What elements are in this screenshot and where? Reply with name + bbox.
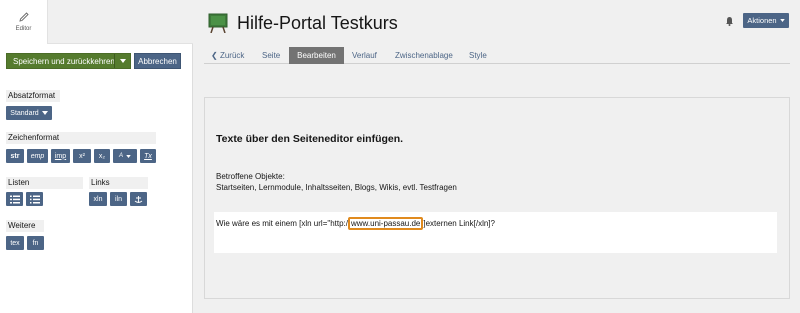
clear-format-button[interactable]: Tx bbox=[140, 149, 156, 163]
paragraph-text[interactable]: Wie wäre es mit einem [xln url="http:/ww… bbox=[216, 217, 495, 230]
caret-down-icon bbox=[119, 59, 126, 63]
affected-objects-list: Startseiten, Lernmodule, Inhaltsseiten, … bbox=[216, 183, 457, 192]
affected-objects-label: Betroffene Objekte: bbox=[216, 172, 285, 181]
pencil-icon bbox=[18, 12, 29, 22]
bullet-list-icon bbox=[9, 195, 20, 203]
caret-down-icon bbox=[779, 19, 785, 22]
internal-link-button[interactable]: iln bbox=[110, 192, 127, 206]
anchor-button[interactable] bbox=[130, 192, 147, 206]
save-and-return-button[interactable]: Speichern und zurückkehren bbox=[6, 53, 131, 69]
paragraph-text-before: Wie wäre es mit einem [xln url="http:/ bbox=[216, 219, 348, 228]
tab-style[interactable]: Style bbox=[469, 47, 487, 64]
tab-back-label: Zurück bbox=[219, 51, 245, 60]
lists-label: Listen bbox=[6, 177, 83, 189]
numbered-list-icon bbox=[29, 195, 40, 203]
content-heading: Texte über den Seiteneditor einfügen. bbox=[216, 133, 404, 145]
numbered-list-button[interactable] bbox=[26, 192, 43, 206]
anchor-icon bbox=[134, 195, 143, 203]
save-button-label: Speichern und zurückkehren bbox=[13, 56, 115, 66]
paragraph-format-value: Standard bbox=[10, 109, 39, 117]
clear-format-icon: Tx bbox=[144, 152, 152, 160]
page-title: Hilfe-Portal Testkurs bbox=[237, 13, 398, 33]
more-label: Weitere bbox=[6, 220, 44, 232]
tab-edit[interactable]: Bearbeiten bbox=[289, 47, 344, 64]
cancel-button[interactable]: Abbrechen bbox=[134, 53, 181, 69]
font-style-dropdown[interactable]: A bbox=[113, 149, 137, 163]
caret-down-icon bbox=[41, 111, 48, 115]
paragraph-text-after: ]externen Link[/xln]? bbox=[423, 219, 495, 228]
easel-icon bbox=[208, 13, 228, 33]
subscript-button[interactable]: x₂ bbox=[94, 149, 110, 163]
chevron-left-icon: ❮ bbox=[211, 51, 218, 60]
tab-history[interactable]: Verlauf bbox=[352, 47, 377, 64]
links-label: Links bbox=[89, 177, 148, 189]
paragraph-format-select[interactable]: Standard bbox=[6, 106, 52, 120]
highlighted-url[interactable]: www.uni-passau.de bbox=[348, 217, 424, 230]
superscript-button[interactable]: x² bbox=[73, 149, 91, 163]
page-content-area bbox=[204, 97, 790, 299]
tab-back[interactable]: ❮ Zurück bbox=[211, 47, 244, 64]
editor-tab-label: Editor bbox=[15, 26, 32, 32]
save-dropdown-toggle[interactable] bbox=[114, 54, 130, 68]
editor-tab[interactable]: Editor bbox=[0, 0, 48, 44]
important-button[interactable]: imp bbox=[51, 149, 70, 163]
tab-clipboard[interactable]: Zwischenablage bbox=[395, 47, 453, 64]
caret-down-icon bbox=[126, 154, 131, 158]
paragraph-format-label: Absatzformat bbox=[6, 90, 60, 102]
actions-dropdown[interactable]: Aktionen bbox=[743, 13, 789, 28]
actions-label: Aktionen bbox=[747, 16, 777, 25]
char-format-label: Zeichenformat bbox=[6, 132, 156, 144]
footnote-button[interactable]: fn bbox=[27, 236, 44, 250]
sidebar-top-strip bbox=[48, 0, 193, 44]
tab-bar: ❮ Zurück Seite Bearbeiten Verlauf Zwisch… bbox=[204, 47, 790, 64]
editor-sidebar: Editor Speichern und zurückkehren Abbrec… bbox=[0, 0, 193, 313]
strong-button[interactable]: str bbox=[6, 149, 24, 163]
tab-page[interactable]: Seite bbox=[262, 47, 280, 64]
bell-icon[interactable] bbox=[725, 16, 734, 26]
bullet-list-button[interactable] bbox=[6, 192, 23, 206]
font-style-glyph: A bbox=[118, 153, 123, 159]
emphasis-button[interactable]: emp bbox=[27, 149, 48, 163]
external-link-button[interactable]: xln bbox=[89, 192, 107, 206]
tex-button[interactable]: tex bbox=[6, 236, 24, 250]
